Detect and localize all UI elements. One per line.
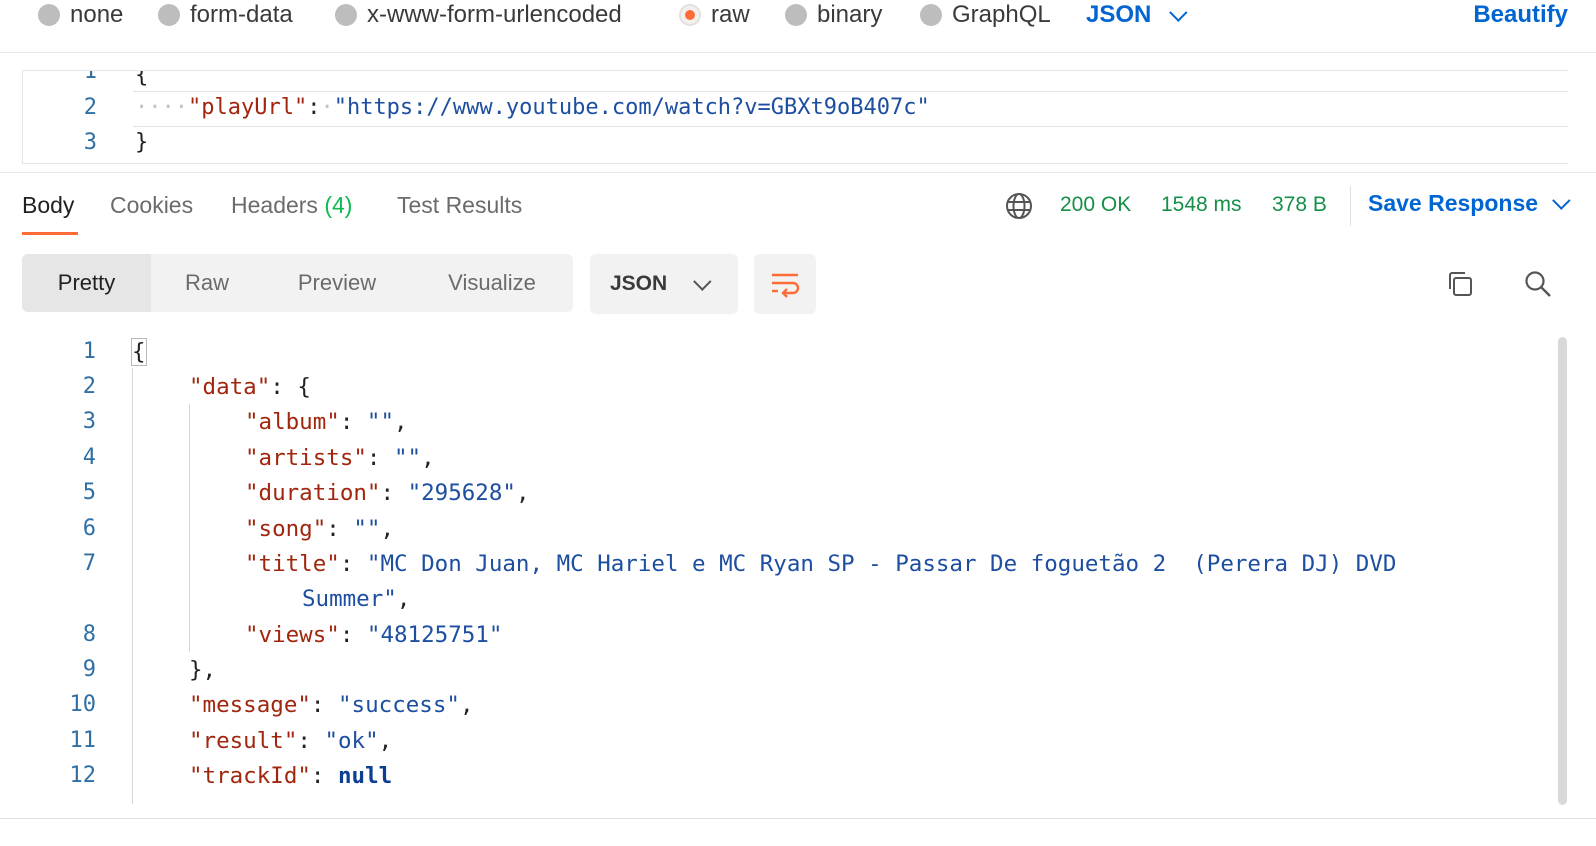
line-number: 3 xyxy=(83,130,97,155)
response-time[interactable]: 1548 ms xyxy=(1161,193,1242,217)
line-number: 2 xyxy=(82,374,96,399)
radio-label: binary xyxy=(817,1,883,28)
wrap-lines-button[interactable] xyxy=(754,254,816,314)
copy-button[interactable] xyxy=(1442,266,1478,302)
line-number: 11 xyxy=(69,728,97,753)
code-line: "title": "MC Don Juan, MC Hariel e MC Ry… xyxy=(245,551,1397,577)
body-type-selector: none form-data x-www-form-urlencoded raw… xyxy=(0,0,1596,30)
mode-visualize[interactable]: Visualize xyxy=(411,254,573,312)
chevron-down-icon xyxy=(693,271,712,291)
mode-preview[interactable]: Preview xyxy=(263,254,411,312)
divider xyxy=(0,172,1596,173)
radio-label: none xyxy=(70,1,124,28)
line-number: 8 xyxy=(82,622,96,647)
tab-cookies[interactable]: Cookies xyxy=(110,192,193,219)
line-number: 3 xyxy=(82,409,96,434)
save-response-label: Save Response xyxy=(1368,190,1539,216)
active-tab-indicator xyxy=(22,232,78,235)
indent-guide xyxy=(132,368,133,804)
tab-body[interactable]: Body xyxy=(22,192,74,219)
code-line-play-url: ····"playUrl":·"https://www.youtube.com/… xyxy=(135,95,930,120)
mode-pretty[interactable]: Pretty xyxy=(22,254,151,312)
radio-indicator xyxy=(38,4,60,26)
open-brace: { xyxy=(135,70,149,88)
save-response-button[interactable]: Save Response xyxy=(1368,190,1571,217)
tab-headers-label: Headers xyxy=(231,192,318,218)
view-mode-group: Pretty Raw Preview Visualize xyxy=(22,254,573,312)
code-line: "artists": "", xyxy=(245,445,435,471)
code-line: "album": "", xyxy=(245,409,408,435)
line-number: 4 xyxy=(82,445,96,470)
response-size[interactable]: 378 B xyxy=(1272,193,1327,217)
divider xyxy=(0,52,1596,53)
radio-indicator xyxy=(335,4,357,26)
response-body-viewer[interactable]: 1 2 3 4 5 6 7 8 9 10 11 12 { "data": { "… xyxy=(22,334,1596,804)
radio-none[interactable]: none xyxy=(38,0,123,30)
code-line: "views": "48125751" xyxy=(245,622,503,648)
divider xyxy=(0,818,1596,819)
radio-x-www-form-urlencoded[interactable]: x-www-form-urlencoded xyxy=(335,0,622,30)
radio-label: raw xyxy=(711,1,750,28)
code-line: "duration": "295628", xyxy=(245,480,530,506)
line-number: 2 xyxy=(83,95,97,120)
line-number: 10 xyxy=(69,692,97,717)
copy-icon xyxy=(1449,272,1472,296)
search-icon xyxy=(1525,271,1551,297)
radio-indicator xyxy=(920,4,942,26)
line-number: 1 xyxy=(83,70,97,84)
headers-count-badge: (4) xyxy=(324,192,353,218)
code-line: "song": "", xyxy=(245,516,395,542)
code-line-wrapped: Summer", xyxy=(302,586,411,612)
tab-test-results[interactable]: Test Results xyxy=(397,192,522,219)
line-number: 6 xyxy=(82,516,96,541)
raw-language-dropdown[interactable]: JSON xyxy=(1086,0,1188,30)
line-number: 5 xyxy=(82,480,96,505)
line-number: 12 xyxy=(69,763,97,788)
tab-headers[interactable]: Headers (4) xyxy=(231,192,352,219)
line-number: 1 xyxy=(82,339,96,364)
code-line: "result": "ok", xyxy=(189,728,393,754)
beautify-button[interactable]: Beautify xyxy=(1473,0,1568,30)
radio-label: x-www-form-urlencoded xyxy=(367,1,622,28)
request-body-editor[interactable]: 1 2 3 { ····"playUrl":·"https://www.yout… xyxy=(22,70,1568,164)
radio-form-data[interactable]: form-data xyxy=(158,0,293,30)
divider xyxy=(1350,186,1351,226)
code-line: "message": "success", xyxy=(189,692,474,718)
line-number: 9 xyxy=(82,657,96,682)
wrap-lines-icon xyxy=(772,273,800,298)
status-code[interactable]: 200 OK xyxy=(1060,193,1131,217)
code-line: "trackId": null xyxy=(189,763,393,789)
radio-graphql[interactable]: GraphQL xyxy=(920,0,1051,30)
radio-label: form-data xyxy=(190,1,293,28)
response-format-label: JSON xyxy=(610,272,668,295)
mode-raw[interactable]: Raw xyxy=(151,254,263,312)
code-line: }, xyxy=(189,657,217,683)
radio-binary[interactable]: binary xyxy=(785,0,882,30)
radio-indicator xyxy=(785,4,807,26)
globe-icon[interactable] xyxy=(1004,191,1034,221)
radio-label: GraphQL xyxy=(952,1,1051,28)
chevron-down-icon xyxy=(1552,191,1571,210)
vertical-scrollbar[interactable] xyxy=(1558,337,1567,805)
search-button[interactable] xyxy=(1520,266,1556,302)
line-number: 7 xyxy=(82,551,96,576)
close-brace: } xyxy=(135,130,149,155)
code-line: "data": { xyxy=(189,374,311,400)
radio-raw[interactable]: raw xyxy=(679,0,750,30)
chevron-down-icon xyxy=(1169,2,1188,22)
radio-indicator-selected xyxy=(679,4,701,26)
radio-indicator xyxy=(158,4,180,26)
raw-language-label: JSON xyxy=(1086,1,1152,28)
response-format-dropdown[interactable]: JSON xyxy=(590,254,738,314)
indent-guide xyxy=(189,404,190,652)
code-line: { xyxy=(131,338,147,366)
